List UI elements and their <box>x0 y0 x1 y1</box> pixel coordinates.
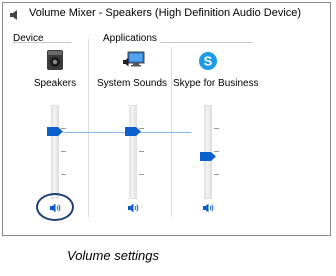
slider-thumb[interactable] <box>47 127 63 137</box>
slider-tick <box>214 128 219 129</box>
slider-tick <box>139 174 144 175</box>
device-section-rule <box>13 42 71 43</box>
system-sounds-mute-button[interactable] <box>125 201 143 215</box>
slider-track <box>129 105 137 199</box>
slider-tick <box>61 151 66 152</box>
slider-thumb[interactable] <box>200 151 216 161</box>
mute-button-highlight <box>36 193 74 221</box>
applications-section-label: Applications <box>103 33 160 44</box>
device-name: Speakers <box>33 78 77 89</box>
system-sounds-icon <box>123 51 145 67</box>
mixer-content: Device Applications Speakers System Soun… <box>3 25 330 235</box>
skype-icon: S <box>199 52 217 70</box>
volume-icon <box>128 203 139 213</box>
window-title: Volume Mixer - Speakers (High Definition… <box>29 7 302 19</box>
title-bar: Volume Mixer - Speakers (High Definition… <box>3 3 330 25</box>
speaker-icon <box>10 10 17 20</box>
figure-caption: Volume settings <box>67 248 160 263</box>
skype-mute-button[interactable] <box>200 201 218 215</box>
app-name-skype-for-business: Skype for Business <box>173 78 259 89</box>
volume-mixer-window: Volume Mixer - Speakers (High Definition… <box>2 2 331 236</box>
app-name-system-sounds: System Sounds <box>97 78 168 89</box>
slider-track <box>51 105 59 199</box>
slider-tick <box>61 174 66 175</box>
column-separator <box>88 39 89 217</box>
svg-text:S: S <box>204 54 213 69</box>
volume-icon <box>203 203 214 213</box>
slider-tick <box>139 151 144 152</box>
slider-tick <box>214 174 219 175</box>
slider-thumb[interactable] <box>125 127 141 137</box>
speaker-device-icon <box>47 50 63 70</box>
